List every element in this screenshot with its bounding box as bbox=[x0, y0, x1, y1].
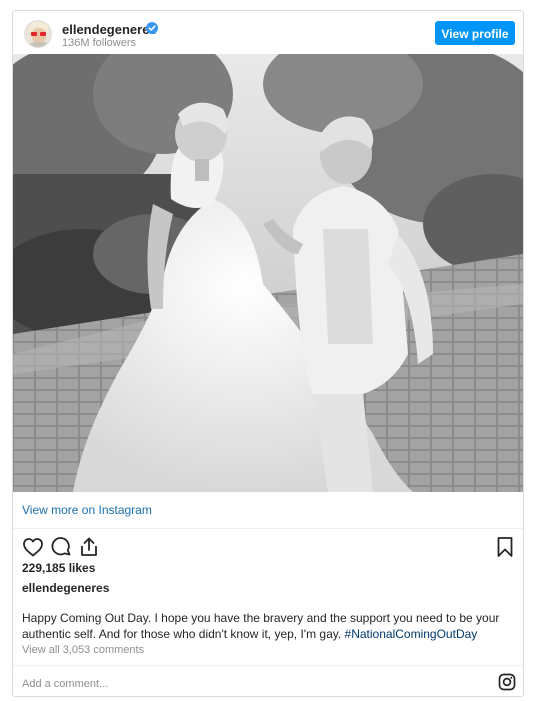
action-bar bbox=[13, 535, 523, 561]
view-profile-button[interactable]: View profile bbox=[435, 21, 515, 45]
bookmark-icon[interactable] bbox=[493, 535, 517, 559]
post-owner-username[interactable]: ellendegeneres bbox=[22, 581, 109, 595]
view-more-on-instagram-link[interactable]: View more on Instagram bbox=[22, 503, 152, 517]
caption-hashtag[interactable]: #NationalComingOutDay bbox=[345, 627, 478, 641]
divider bbox=[13, 665, 523, 666]
like-count[interactable]: 229,185 likes bbox=[22, 561, 95, 575]
follower-count: 136M followers bbox=[62, 37, 136, 49]
share-icon[interactable] bbox=[77, 535, 101, 559]
post-header: ellendegeneres 136M followers View profi… bbox=[13, 11, 523, 55]
avatar[interactable] bbox=[24, 20, 52, 48]
view-all-comments-link[interactable]: View all 3,053 comments bbox=[22, 644, 144, 656]
post-photo[interactable] bbox=[13, 54, 523, 492]
heart-icon[interactable] bbox=[21, 535, 45, 559]
divider bbox=[13, 528, 523, 529]
instagram-icon[interactable] bbox=[498, 673, 516, 691]
verified-badge-icon bbox=[146, 22, 158, 34]
comment-icon[interactable] bbox=[49, 535, 73, 559]
post-caption: Happy Coming Out Day. I hope you have th… bbox=[22, 610, 512, 642]
instagram-embed-card: ellendegeneres 136M followers View profi… bbox=[12, 10, 524, 697]
post-image bbox=[13, 54, 523, 492]
add-comment-input[interactable]: Add a comment... bbox=[22, 678, 108, 690]
username[interactable]: ellendegeneres bbox=[62, 22, 157, 37]
